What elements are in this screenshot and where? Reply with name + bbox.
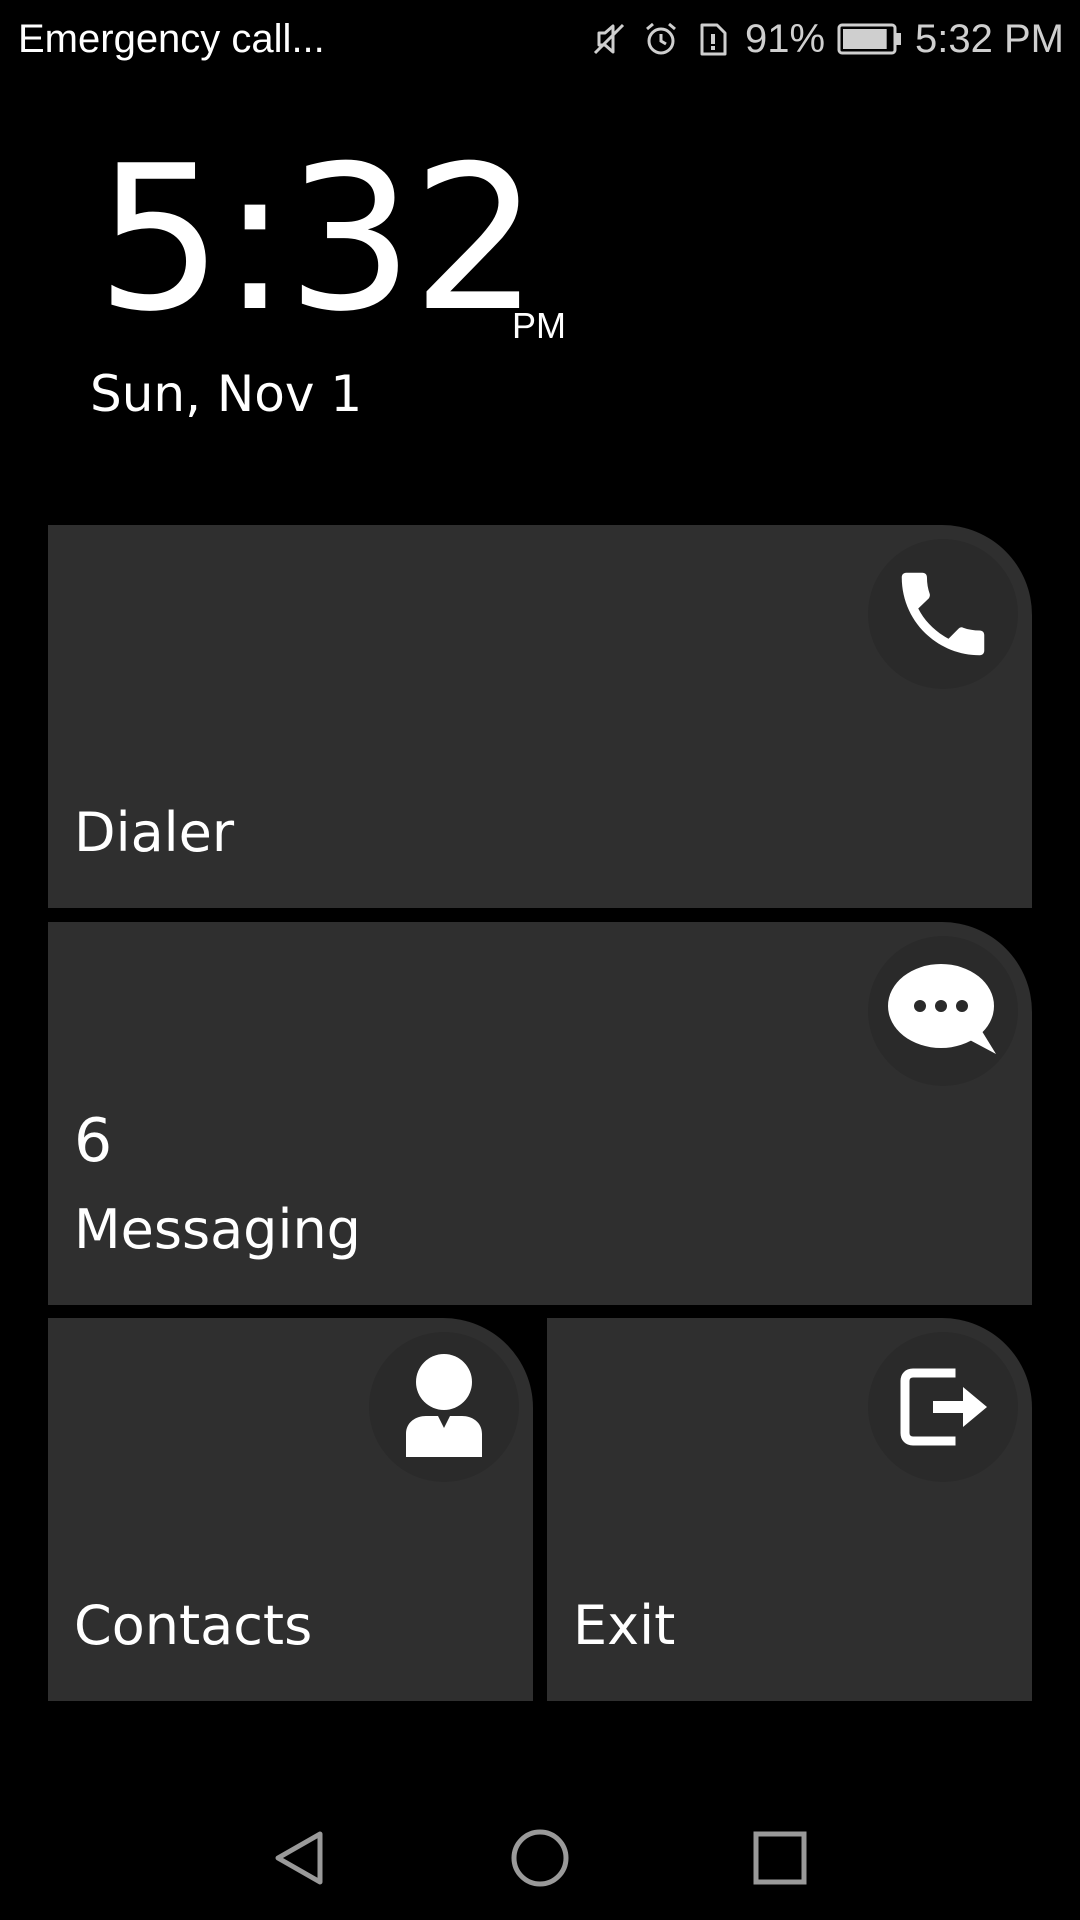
navigation-bar xyxy=(0,1790,1080,1920)
home-icon xyxy=(510,1828,570,1893)
chat-bubble-icon xyxy=(868,936,1018,1086)
exit-icon xyxy=(868,1332,1018,1482)
exit-label: Exit xyxy=(573,1594,676,1657)
status-bar: Emergency call... 91% 5:32 PM xyxy=(0,0,1080,80)
messaging-unread-count: 6 xyxy=(74,1106,113,1176)
messaging-label: Messaging xyxy=(74,1198,361,1261)
alarm-icon xyxy=(641,19,681,59)
back-icon xyxy=(270,1828,330,1893)
clock-time: 5:32 xyxy=(96,123,539,356)
battery-icon xyxy=(837,21,903,57)
status-icons: 91% 5:32 PM xyxy=(589,14,1064,64)
messaging-tile[interactable]: 6 Messaging xyxy=(48,922,1032,1305)
phone-icon xyxy=(868,539,1018,689)
person-icon xyxy=(369,1332,519,1482)
exit-tile[interactable]: Exit xyxy=(547,1318,1032,1701)
contacts-tile[interactable]: Contacts xyxy=(48,1318,533,1701)
dialer-label: Dialer xyxy=(74,801,235,864)
home-button[interactable] xyxy=(500,1820,580,1900)
sim-card-alert-icon xyxy=(693,19,733,59)
dialer-tile[interactable]: Dialer xyxy=(48,525,1032,908)
back-button[interactable] xyxy=(260,1820,340,1900)
contacts-label: Contacts xyxy=(74,1594,313,1657)
battery-percent: 91% xyxy=(744,17,826,61)
muted-icon xyxy=(589,19,629,59)
recents-icon xyxy=(752,1830,808,1891)
clock-ampm: PM xyxy=(512,305,566,346)
status-time: 5:32 PM xyxy=(915,17,1064,61)
clock-date: Sun, Nov 1 xyxy=(90,365,363,423)
emergency-call-text[interactable]: Emergency call... xyxy=(18,14,325,64)
recents-button[interactable] xyxy=(740,1820,820,1900)
